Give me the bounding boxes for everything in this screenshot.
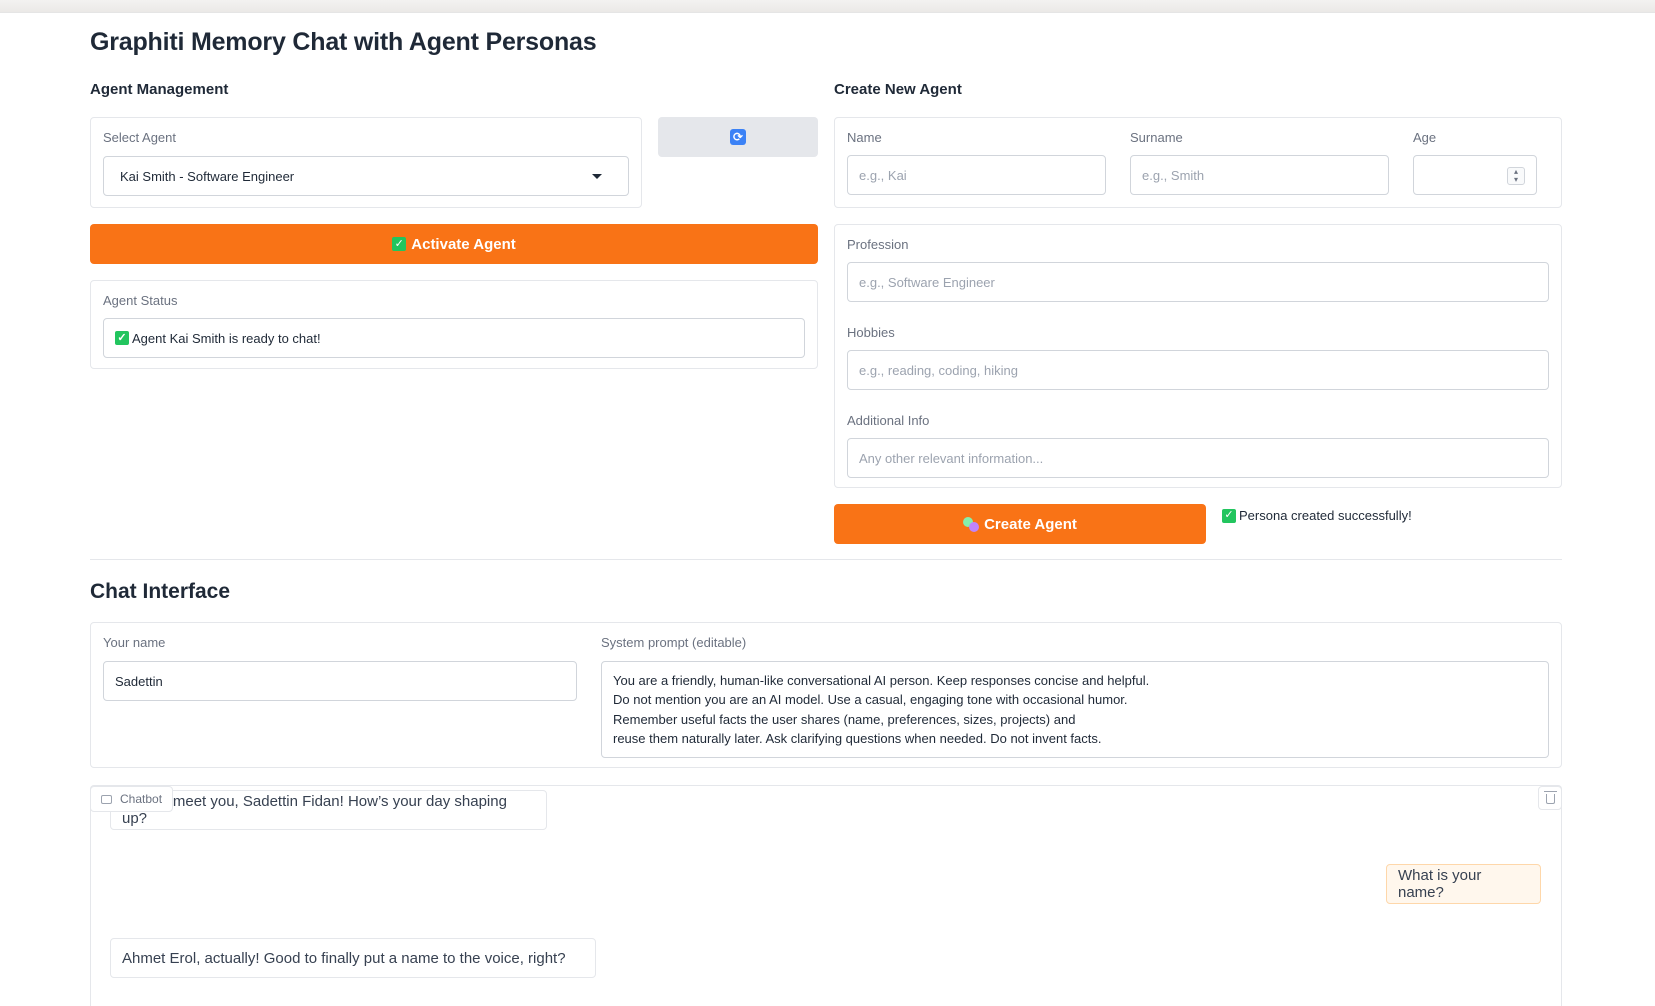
browser-top-strip [0,0,1655,13]
chat-bubble-icon [101,794,112,804]
agent-status-text: Agent Kai Smith is ready to chat! [132,330,321,346]
surname-label: Surname [1130,130,1183,145]
check-icon: ✓ [1222,508,1236,523]
age-label: Age [1413,130,1437,145]
chatbot-label-tag: Chatbot [90,786,174,812]
system-prompt-line: reuse them naturally later. Ask clarifyi… [613,731,1102,746]
name-input[interactable]: e.g., Kai [847,155,1106,195]
agent-status-label: Agent Status [103,293,178,308]
system-prompt-label: System prompt (editable) [601,635,747,650]
hobbies-input[interactable]: e.g., reading, coding, hiking [847,350,1549,390]
hobbies-label: Hobbies [847,325,895,340]
chatbot-label: Chatbot [120,792,163,806]
trash-icon [1543,791,1557,804]
chat-message-bot: Nice to meet you, Sadettin Fidan! How’s … [110,790,547,830]
selected-agent-value: Kai Smith - Software Engineer [120,168,295,184]
system-prompt-line: Do not mention you are an AI model. Use … [613,692,1128,707]
additional-info-input[interactable]: Any other relevant information... [847,438,1549,478]
chat-interface-heading: Chat Interface [90,580,231,603]
persona-icon [963,516,980,532]
check-icon: ✓ [392,237,407,251]
check-icon: ✓ [115,331,129,345]
activate-agent-button[interactable]: ✓ Activate Agent [90,224,818,264]
chevron-down-icon [592,174,602,179]
create-agent-label: Create Agent [984,515,1077,533]
name-label: Name [847,130,882,145]
select-agent-label: Select Agent [103,130,176,145]
chat-message-bot: Ahmet Erol, actually! Good to finally pu… [110,938,596,978]
select-agent-panel: Select Agent Kai Smith - Software Engine… [90,117,642,208]
agent-select-dropdown[interactable]: Kai Smith - Software Engineer [103,156,629,196]
clear-chat-button[interactable] [1538,786,1562,810]
create-result-message: ✓ Persona created successfully! [1222,508,1412,523]
agent-details-panel: Profession e.g., Software Engineer Hobbi… [834,224,1562,488]
system-prompt-textarea[interactable]: You are a friendly, human-like conversat… [601,661,1549,758]
create-agent-heading: Create New Agent [834,81,962,98]
agent-management-heading: Agent Management [90,81,229,98]
create-result-text: Persona created successfully! [1239,508,1412,523]
profession-label: Profession [847,237,909,252]
system-prompt-line: You are a friendly, human-like conversat… [613,672,1150,688]
system-prompt-line: Remember useful facts the user shares (n… [613,711,1076,727]
activate-agent-label: Activate Agent [411,235,516,253]
page-title: Graphiti Memory Chat with Agent Personas [90,28,597,56]
agent-status-panel: Agent Status ✓ Agent Kai Smith is ready … [90,280,818,369]
agent-identity-panel: Name e.g., Kai Surname e.g., Smith Age ▴… [834,117,1562,208]
agent-status-field: ✓ Agent Kai Smith is ready to chat! [103,318,805,358]
create-agent-button[interactable]: Create Agent [834,504,1206,544]
your-name-label: Your name [103,635,166,650]
additional-info-label: Additional Info [847,413,930,428]
your-name-input[interactable]: Sadettin [103,661,577,701]
chat-message-user: What is your name? [1386,864,1541,904]
chat-settings-panel: Your name Sadettin System prompt (editab… [90,622,1562,768]
section-divider [90,559,1562,560]
profession-input[interactable]: e.g., Software Engineer [847,262,1549,302]
surname-input[interactable]: e.g., Smith [1130,155,1389,195]
refresh-icon: ⟳ [730,129,746,145]
number-stepper-icon[interactable]: ▴ ▾ [1507,167,1525,185]
refresh-agents-button[interactable]: ⟳ [658,117,818,157]
age-number-input[interactable]: ▴ ▾ [1413,155,1537,195]
